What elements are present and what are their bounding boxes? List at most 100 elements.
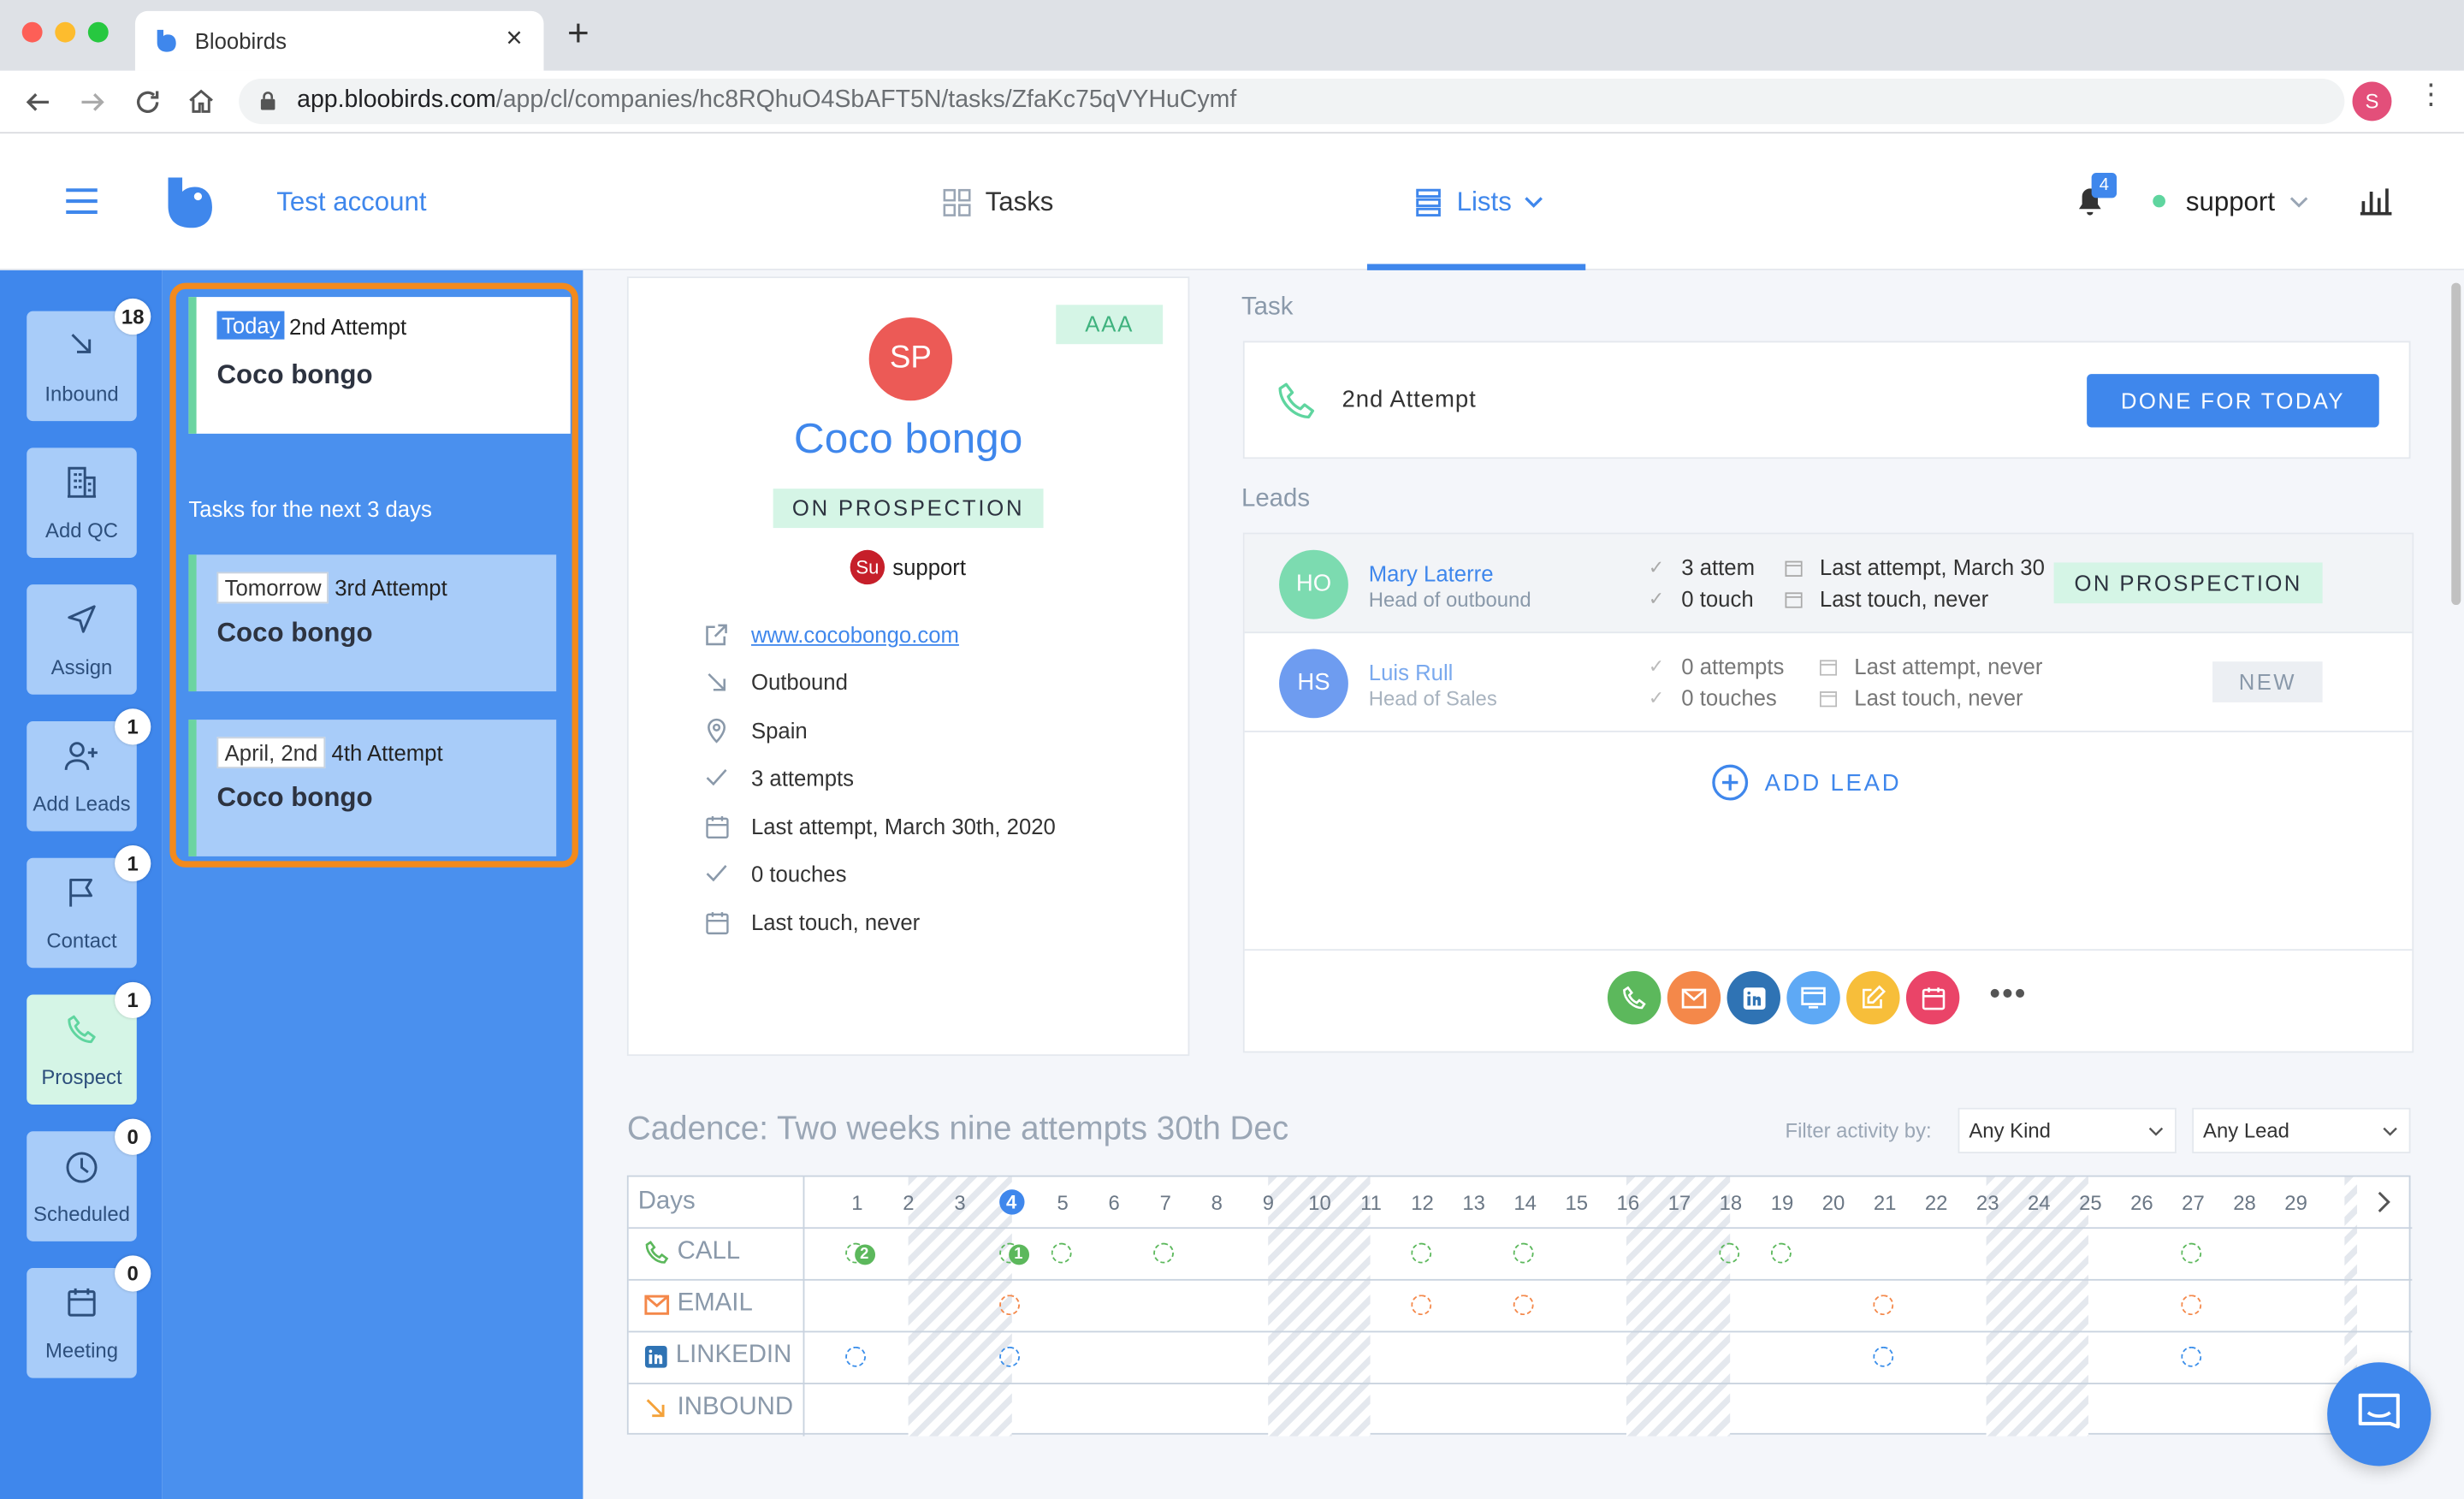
rail-label: Contact <box>46 928 117 952</box>
home-icon[interactable] <box>187 86 216 115</box>
nav-tasks[interactable]: Tasks <box>943 187 1053 219</box>
address-bar[interactable]: app.bloobirds.com/app/cl/companies/hc8RQ… <box>239 78 2345 125</box>
phone-icon <box>1623 986 1646 1010</box>
rail-contact[interactable]: Contact 1 <box>27 845 151 969</box>
meeting-action-button[interactable] <box>1905 970 1960 1025</box>
new-tab-icon[interactable]: + <box>567 13 589 56</box>
minimize-window-icon[interactable] <box>55 21 76 43</box>
back-icon[interactable] <box>24 88 52 116</box>
user-chevron-icon[interactable] <box>2289 197 2308 210</box>
bar-chart-icon[interactable] <box>2360 187 2392 216</box>
rail-assign[interactable]: Assign <box>27 584 137 695</box>
lead-row[interactable]: HO Mary Laterre Head of outbound ✓ 3 att… <box>1244 534 2413 634</box>
account-name[interactable]: Test account <box>276 187 426 219</box>
browser-menu-icon[interactable]: ⋮ <box>2417 80 2445 109</box>
cadence-activity-mark[interactable] <box>1873 1294 1894 1315</box>
cadence-activity-mark[interactable] <box>1051 1241 1072 1263</box>
rail-add-leads[interactable]: Add Leads 1 <box>27 708 151 832</box>
cadence-activity-mark[interactable] <box>999 1294 1021 1315</box>
lead-attempts: 3 attem <box>1681 554 1756 580</box>
company-owner[interactable]: Su support <box>850 549 966 585</box>
profile-avatar[interactable]: S <box>2352 81 2392 121</box>
cadence-activity-mark[interactable] <box>2181 1241 2202 1263</box>
calendar-icon <box>68 1288 96 1317</box>
rail-prospect[interactable]: Prospect 1 <box>27 981 151 1105</box>
country-value: Spain <box>750 718 808 744</box>
rail-inbound[interactable]: Inbound 18 <box>27 298 151 422</box>
add-lead-button[interactable]: ADD LEAD <box>1711 764 1901 802</box>
user-menu[interactable]: support <box>2186 187 2275 219</box>
check-icon <box>706 865 727 882</box>
leads-heading: Leads <box>1241 485 1311 513</box>
phone-icon <box>68 1015 96 1044</box>
day-number: 28 <box>2233 1191 2256 1215</box>
attempts-row: 3 attempts <box>704 762 854 794</box>
maximize-window-icon[interactable] <box>87 21 109 43</box>
cadence-row-call: CALL <box>644 1238 740 1266</box>
rail-scheduled[interactable]: Scheduled 0 <box>27 1118 151 1241</box>
lead-status[interactable]: NEW <box>2212 661 2323 702</box>
rail-add-qc[interactable]: Add QC <box>27 447 137 558</box>
cadence-activity-mark[interactable] <box>1410 1241 1431 1263</box>
lead-status[interactable]: ON PROSPECTION <box>2053 562 2323 604</box>
rail-meeting[interactable]: Meeting 0 <box>27 1255 151 1378</box>
cadence-activity-mark[interactable] <box>2181 1345 2202 1366</box>
cadence-activity-mark[interactable] <box>1770 1241 1792 1263</box>
cadence-activity-mark[interactable] <box>1153 1241 1175 1263</box>
filter-lead-select[interactable]: Any Lead <box>2192 1107 2411 1153</box>
cadence-activity-mark[interactable] <box>1719 1241 1740 1263</box>
row-label: LINKEDIN <box>675 1342 792 1369</box>
website-link[interactable]: www.cocobongo.com <box>751 622 959 647</box>
forward-icon[interactable] <box>79 88 107 116</box>
chat-launcher-button[interactable] <box>2327 1362 2431 1466</box>
owner-avatar: Su <box>850 549 886 585</box>
linkedin-action-button[interactable] <box>1727 970 1780 1025</box>
linkedin-icon <box>1742 986 1765 1010</box>
close-window-icon[interactable] <box>21 21 43 43</box>
mail-icon <box>644 1294 670 1314</box>
chevron-right-icon[interactable] <box>2376 1189 2391 1214</box>
cadence-activity-mark[interactable] <box>999 1345 1021 1366</box>
bloobirds-logo-icon[interactable] <box>167 176 214 229</box>
cadence-activity-mark[interactable] <box>845 1345 867 1366</box>
divider <box>1244 949 2413 951</box>
filter-kind-select[interactable]: Any Kind <box>1958 1107 2177 1153</box>
day-number: 27 <box>2182 1191 2205 1215</box>
cadence-activity-mark[interactable] <box>1410 1294 1431 1315</box>
mail-icon <box>1681 987 1707 1008</box>
call-action-button[interactable] <box>1607 970 1661 1025</box>
email-action-button[interactable] <box>1667 970 1721 1025</box>
note-action-button[interactable] <box>1846 970 1900 1025</box>
company-name[interactable]: Coco bongo <box>629 415 1188 464</box>
calendar-icon <box>1785 560 1803 577</box>
page-scrollbar[interactable] <box>2451 282 2461 606</box>
row-divider <box>628 1383 2413 1384</box>
day-number: 6 <box>1108 1191 1120 1215</box>
reload-icon[interactable] <box>133 88 162 116</box>
nav-lists[interactable]: Lists <box>1416 187 1543 219</box>
rail-label: Meeting <box>45 1338 118 1363</box>
day-number: 9 <box>1262 1191 1275 1215</box>
done-for-today-button[interactable]: DONE FOR TODAY <box>2087 374 2379 428</box>
cadence-activity-mark[interactable] <box>1513 1241 1534 1263</box>
lead-name[interactable]: Mary Laterre <box>1369 561 1494 586</box>
url-host: app.bloobirds.com <box>297 86 496 114</box>
lead-last-attempt: Last attempt, never <box>1854 653 2043 679</box>
calendar-icon <box>705 911 728 934</box>
rail-label: Prospect <box>41 1065 122 1089</box>
lead-name[interactable]: Luis Rull <box>1369 660 1454 684</box>
browser-tab[interactable]: Bloobirds × <box>134 10 544 71</box>
day-number: 14 <box>1513 1191 1537 1215</box>
hamburger-menu-icon[interactable] <box>66 187 98 216</box>
cadence-activity-mark[interactable] <box>1873 1345 1894 1366</box>
close-tab-icon[interactable]: × <box>506 22 522 56</box>
tier-badge: AAA <box>1056 305 1164 345</box>
day-number: 5 <box>1057 1191 1069 1215</box>
cadence-activity-mark[interactable] <box>2181 1294 2202 1315</box>
company-status[interactable]: ON PROSPECTION <box>773 489 1044 529</box>
website-action-button[interactable] <box>1786 970 1840 1025</box>
row-label: INBOUND <box>677 1393 794 1421</box>
cadence-activity-mark[interactable] <box>1513 1294 1534 1315</box>
lead-row[interactable]: HS Luis Rull Head of Sales ✓ 0 attempts … <box>1244 635 2413 732</box>
more-actions-icon[interactable]: ••• <box>1989 977 2027 1013</box>
